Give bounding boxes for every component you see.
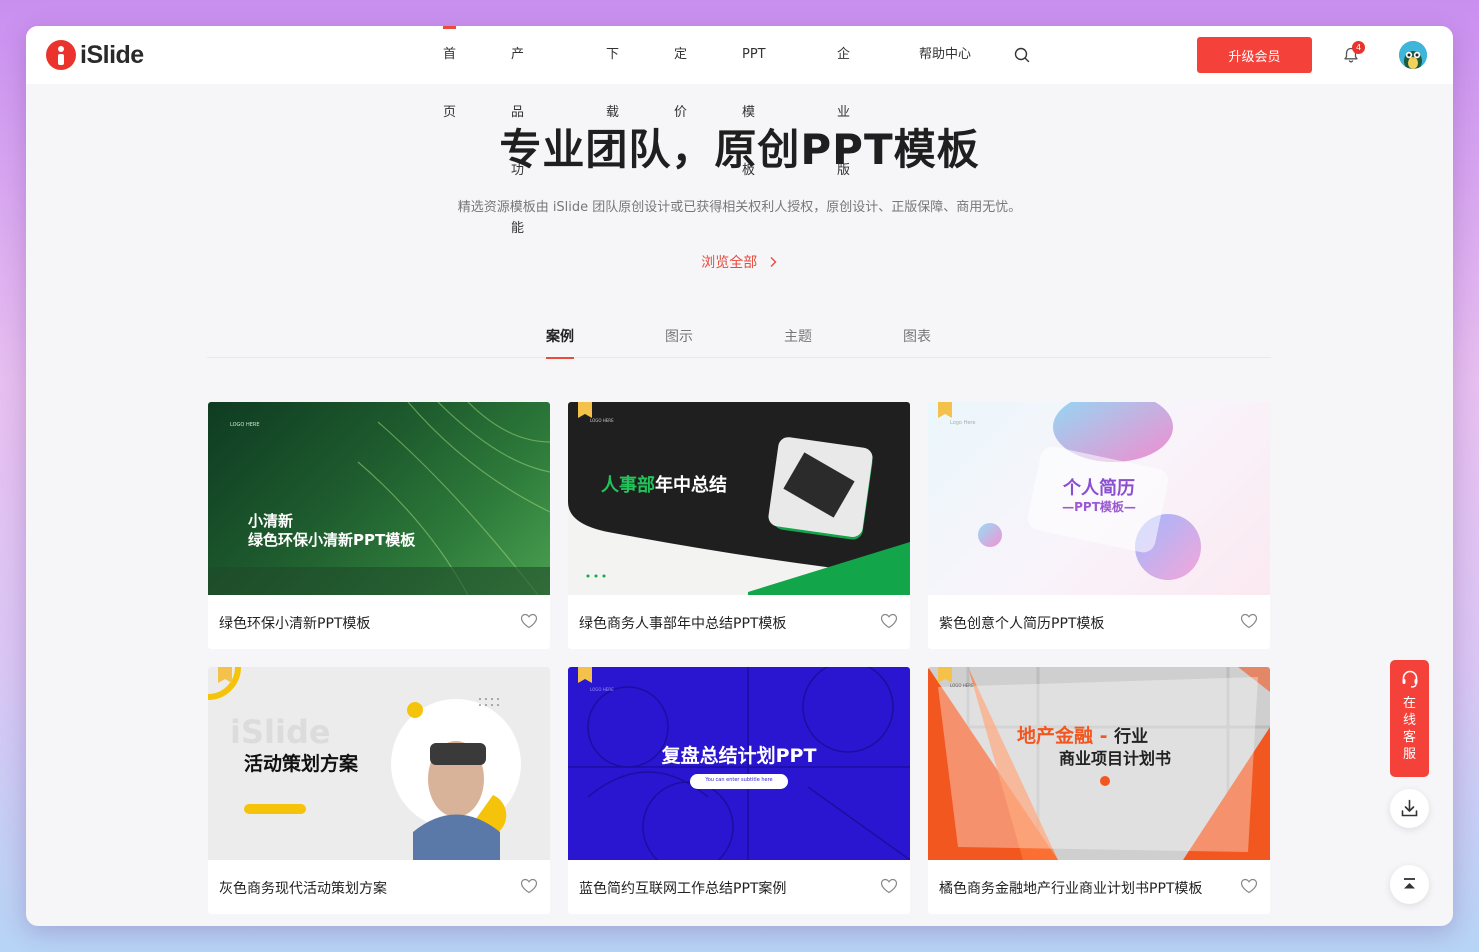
nav-item-home[interactable]: 首页 xyxy=(443,26,457,120)
heart-icon[interactable] xyxy=(1240,613,1258,629)
thumb-heading: 复盘总结计划PPT xyxy=(661,745,817,767)
browse-all-link[interactable]: 浏览全部 xyxy=(26,252,1453,272)
online-support-label: 在线客服 xyxy=(1402,696,1416,762)
thumb-heading-main: 年中总结 xyxy=(655,475,727,496)
template-thumbnail: LOGO HERE 小清新 绿色环保小清新PPT模板 xyxy=(208,402,550,595)
thumb-logo-text: LOGO HERE xyxy=(590,687,614,692)
download-float-button[interactable] xyxy=(1390,789,1429,828)
card-title[interactable]: 橘色商务金融地产行业商业计划书PPT模板 xyxy=(939,878,1202,898)
search-icon[interactable] xyxy=(1014,47,1030,63)
dark-banner-graphic xyxy=(568,402,910,595)
notification-badge: 4 xyxy=(1352,41,1365,54)
tab-themes[interactable]: 主题 xyxy=(784,326,812,358)
template-card[interactable]: LOGO HERE 人事部年中总结 绿色商务人事部年中总结PPT模板 xyxy=(568,402,910,649)
nav-item-enterprise[interactable]: 企业版 xyxy=(837,26,850,178)
thumb-subheading: 绿色环保小清新PPT模板 xyxy=(248,531,416,549)
tab-cases[interactable]: 案例 xyxy=(546,326,574,359)
upgrade-member-button[interactable]: 升级会员 xyxy=(1197,37,1312,73)
template-thumbnail: LOGO HERE 复盘总结计划PPT You can enter subtit… xyxy=(568,667,910,860)
card-title[interactable]: 蓝色简约互联网工作总结PPT案例 xyxy=(579,878,786,898)
nav-item-pricing[interactable]: 定价 xyxy=(674,26,687,120)
download-icon xyxy=(1401,799,1418,817)
user-avatar[interactable] xyxy=(1399,41,1427,69)
template-card[interactable]: LOGO HERE 小清新 绿色环保小清新PPT模板 绿色环保小清新PPT模板 xyxy=(208,402,550,649)
heart-icon[interactable] xyxy=(1240,878,1258,894)
back-to-top-icon xyxy=(1404,878,1415,889)
card-title[interactable]: 绿色环保小清新PPT模板 xyxy=(219,613,370,633)
thumb-heading: 地产金融 - 行业 xyxy=(1017,721,1148,748)
nav-item-features[interactable]: 产品功能 xyxy=(511,26,524,236)
thumb-heading-main: 行业 xyxy=(1114,727,1149,747)
top-header: iSlide 首页 产品功能 下载 定价 PPT 模板 企业版 帮助中心 升级会… xyxy=(26,26,1453,236)
template-thumbnail: Logo Here 个人简历 —PPT模板— xyxy=(928,402,1270,595)
chevron-right-icon xyxy=(770,257,777,267)
template-thumbnail: LOGO HERE 人事部年中总结 xyxy=(568,402,910,595)
template-card[interactable]: LOGO HERE 复盘总结计划PPT You can enter subtit… xyxy=(568,667,910,914)
thumb-heading: 人事部年中总结 xyxy=(601,471,727,497)
islide-logo-icon xyxy=(46,40,76,70)
thumb-heading: 个人简历 xyxy=(1063,478,1135,499)
browse-all-label: 浏览全部 xyxy=(701,255,758,271)
thumb-logo-text: Logo Here xyxy=(950,420,976,426)
owl-avatar-icon xyxy=(1399,41,1427,69)
card-title[interactable]: 灰色商务现代活动策划方案 xyxy=(219,878,387,898)
nav-item-help-center[interactable]: 帮助中心 xyxy=(919,26,971,84)
card-title[interactable]: 绿色商务人事部年中总结PPT模板 xyxy=(579,613,786,633)
tab-charts[interactable]: 图表 xyxy=(903,326,931,358)
card-title[interactable]: 紫色创意个人简历PPT模板 xyxy=(939,613,1104,633)
thumb-heading: 活动策划方案 xyxy=(244,753,359,775)
thumb-logo-text: LOGO HERE xyxy=(950,683,974,688)
thumb-logo-text: LOGO HERE xyxy=(230,422,260,428)
fern-leaves-graphic xyxy=(208,402,550,595)
thumb-heading-accent: 人事部 xyxy=(601,475,655,496)
template-thumbnail: iSlide 活动策划方案 xyxy=(208,667,550,860)
browser-window: iSlide 首页 产品功能 下载 定价 PPT 模板 企业版 帮助中心 升级会… xyxy=(26,26,1453,926)
back-to-top-button[interactable] xyxy=(1390,865,1429,904)
heart-icon[interactable] xyxy=(880,878,898,894)
tab-diagrams[interactable]: 图示 xyxy=(665,326,693,358)
thumb-subheading: 商业项目计划书 xyxy=(1059,749,1172,768)
thumb-heading-accent: 地产金融 - xyxy=(1017,725,1108,747)
thumb-subtitle-pill: You can enter subtitle here xyxy=(705,777,773,783)
page-subtitle: 精选资源模板由 iSlide 团队原创设计或已获得相关权利人授权，原创设计、正版… xyxy=(457,200,1022,215)
nav-item-download[interactable]: 下载 xyxy=(606,26,619,120)
online-support-button[interactable]: 在线客服 xyxy=(1390,660,1429,777)
heart-icon[interactable] xyxy=(880,613,898,629)
thumb-watermark: iSlide xyxy=(230,713,331,751)
thumb-logo-text: LOGO HERE xyxy=(590,418,614,423)
thumb-heading: 小清新 xyxy=(248,512,294,530)
template-card[interactable]: LOGO HERE 地产金融 - 行业 商业项目计划书 橘色商务金融地产行业商业… xyxy=(928,667,1270,914)
nav-item-ppt-templates[interactable]: PPT 模板 xyxy=(742,26,766,178)
brand-logo[interactable]: iSlide xyxy=(46,40,144,70)
template-card[interactable]: Logo Here 个人简历 —PPT模板— 紫色创意个人简历PPT模板 xyxy=(928,402,1270,649)
thumb-subheading: —PPT模板— xyxy=(1062,500,1136,514)
brand-name: iSlide xyxy=(80,40,144,69)
heart-icon[interactable] xyxy=(520,613,538,629)
headset-icon xyxy=(1402,670,1417,688)
template-card[interactable]: iSlide 活动策划方案 灰色商务现代活动策划方案 xyxy=(208,667,550,914)
template-thumbnail: LOGO HERE 地产金融 - 行业 商业项目计划书 xyxy=(928,667,1270,860)
heart-icon[interactable] xyxy=(520,878,538,894)
category-tabs: 案例 图示 主题 图表 xyxy=(207,318,1271,359)
page-title: 专业团队，原创PPT模板 xyxy=(499,125,980,174)
